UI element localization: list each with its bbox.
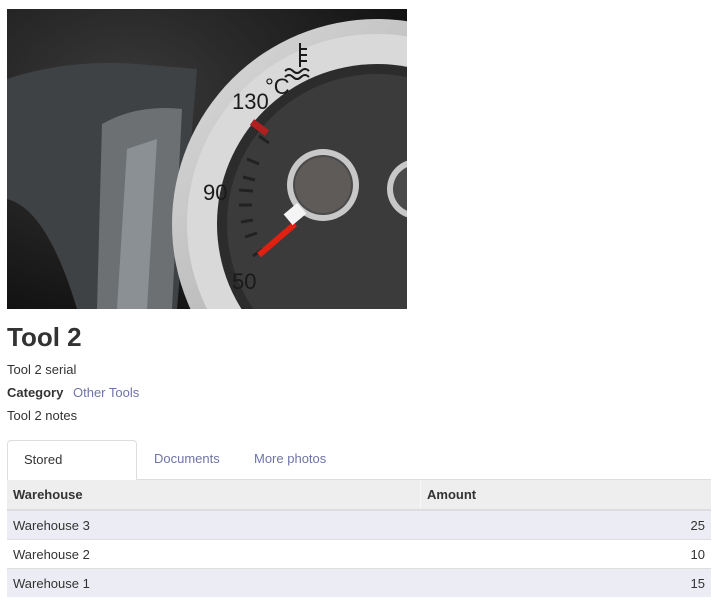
tool-notes: Tool 2 notes	[7, 408, 78, 423]
gauge-photo: 130 90 50 °C	[7, 9, 407, 309]
tab-stored-quantities[interactable]: Stored quantities	[7, 440, 137, 505]
cell-amount: 25	[420, 509, 711, 540]
table-row: Warehouse 2 10	[7, 539, 711, 569]
tool-photo: 130 90 50 °C	[7, 9, 407, 309]
tool-category: Category Other Tools	[7, 384, 139, 402]
gauge-label-90: 90	[203, 180, 227, 205]
tool-serial: Tool 2 serial	[7, 362, 77, 377]
table-row: Warehouse 1 15	[7, 568, 711, 597]
page-title: Tool 2	[7, 322, 82, 352]
table-header-row: Warehouse Amount	[7, 480, 711, 511]
cell-warehouse: Warehouse 3	[7, 509, 421, 540]
tab-bar: Stored quantities Documents More photos	[7, 440, 711, 505]
column-header-amount[interactable]: Amount	[420, 480, 711, 511]
category-link[interactable]: Other Tools	[73, 385, 139, 400]
tab-documents[interactable]: Documents	[138, 440, 236, 480]
cell-warehouse: Warehouse 2	[7, 539, 421, 569]
cell-warehouse: Warehouse 1	[7, 568, 421, 597]
tab-more-photos[interactable]: More photos	[238, 440, 342, 480]
cell-amount: 15	[420, 568, 711, 597]
category-label: Category	[7, 385, 64, 400]
gauge-label-130: 130	[232, 89, 269, 114]
gauge-label-50: 50	[232, 269, 256, 294]
gauge-label-unit: °C	[265, 74, 290, 99]
column-header-warehouse[interactable]: Warehouse	[7, 480, 421, 511]
table-row: Warehouse 3 25	[7, 509, 711, 540]
cell-amount: 10	[420, 539, 711, 569]
stored-quantities-table: Warehouse Amount Warehouse 3 25 Warehous…	[7, 480, 711, 597]
